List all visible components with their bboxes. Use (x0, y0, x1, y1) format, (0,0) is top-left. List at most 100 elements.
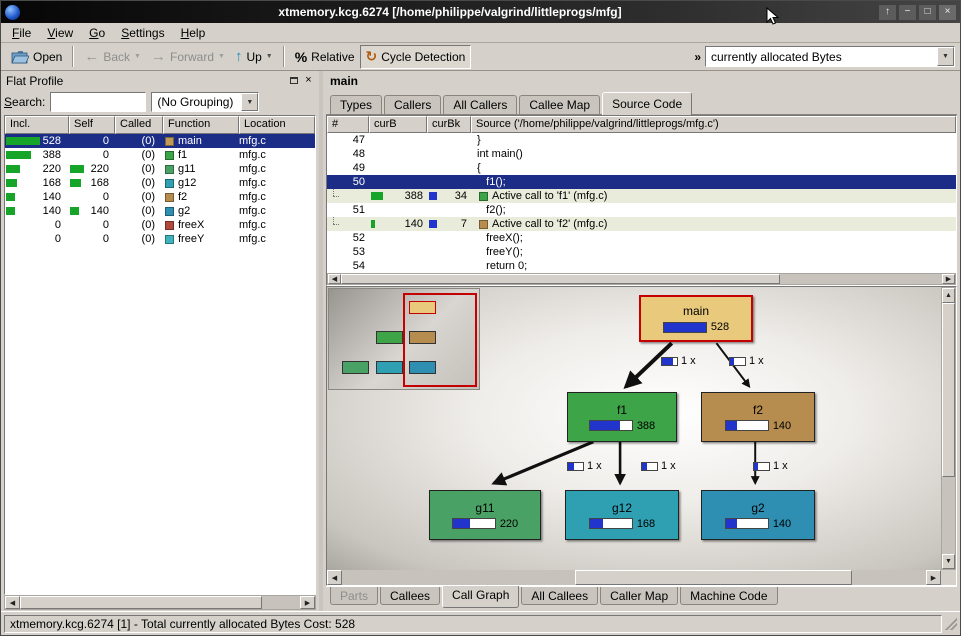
graph-node-g2[interactable]: g2 140 (701, 490, 815, 540)
overview-viewport[interactable] (403, 293, 477, 387)
menu-help[interactable]: Help (173, 24, 214, 42)
source-line[interactable]: 53 freeY(); (327, 245, 956, 259)
scroll-right-icon[interactable]: ▶ (300, 596, 315, 609)
graph-overview[interactable] (328, 288, 480, 390)
column-header-function[interactable]: Function (163, 116, 239, 134)
horizontal-scrollbar[interactable]: ◀ ▶ (327, 570, 941, 585)
source-header: # curB curBk Source ('/home/philippe/val… (327, 116, 956, 133)
horizontal-scrollbar[interactable]: ◀ ▶ (327, 273, 956, 285)
function-color-icon (165, 207, 174, 216)
resize-grip[interactable] (945, 618, 957, 630)
row-freeX[interactable]: 0 0 (0) freeX mfg.c (5, 218, 315, 232)
shade-button[interactable]: ↑ (879, 5, 896, 20)
tab-all-callers[interactable]: All Callers (443, 95, 517, 114)
source-line[interactable]: 48 int main() (327, 147, 956, 161)
toolbar-overflow-button[interactable]: » (690, 48, 705, 66)
graph-node-f1[interactable]: f1 388 (567, 392, 677, 442)
row-g2[interactable]: 140 140 (0) g2 mfg.c (5, 204, 315, 218)
forward-button[interactable]: → Forward ▼ (146, 45, 230, 69)
row-freeY[interactable]: 0 0 (0) freeY mfg.c (5, 232, 315, 246)
tab-parts[interactable]: Parts (330, 587, 378, 605)
source-call-annotation[interactable]: 388 34 Active call to 'f1' (mfg.c) (327, 189, 956, 203)
row-f1[interactable]: 388 0 (0) f1 mfg.c (5, 148, 315, 162)
source-view: # curB curBk Source ('/home/philippe/val… (326, 115, 957, 286)
menu-view[interactable]: View (39, 24, 81, 42)
menu-file[interactable]: File (4, 24, 39, 42)
column-header-source[interactable]: Source ('/home/philippe/valgrind/littlep… (471, 116, 956, 133)
up-button[interactable]: ↑ Up ▼ (230, 45, 278, 69)
menu-go[interactable]: Go (81, 24, 113, 42)
cost-bar (641, 462, 658, 471)
source-line[interactable]: 51 f2(); (327, 203, 956, 217)
forward-dropdown-icon: ▼ (218, 53, 225, 60)
tab-machine-code[interactable]: Machine Code (680, 587, 777, 605)
function-color-icon (165, 151, 174, 160)
tab-call-graph[interactable]: Call Graph (442, 586, 519, 608)
column-header-line[interactable]: # (327, 116, 369, 133)
maximize-button[interactable]: □ (919, 5, 936, 20)
row-main[interactable]: 528 0 (0) main mfg.c (5, 134, 315, 148)
source-line[interactable]: 54 return 0; (327, 259, 956, 273)
scrollbar-thumb[interactable] (20, 596, 262, 609)
scroll-left-icon[interactable]: ◀ (327, 570, 342, 585)
column-header-location[interactable]: Location (239, 116, 315, 134)
back-button[interactable]: ← Back ▼ (79, 45, 146, 69)
title-bar[interactable]: xtmemory.kcg.6274 [/home/philippe/valgri… (1, 1, 960, 23)
tab-all-callees[interactable]: All Callees (521, 587, 598, 605)
tab-types[interactable]: Types (330, 95, 382, 114)
tab-callee-map[interactable]: Callee Map (519, 95, 600, 114)
column-header-curBk[interactable]: curBk (427, 116, 471, 133)
cycle-detection-button[interactable]: ↻ Cycle Detection (360, 45, 472, 69)
graph-node-f2[interactable]: f2 140 (701, 392, 815, 442)
window-title: xtmemory.kcg.6274 [/home/philippe/valgri… (24, 5, 876, 19)
source-line-selected[interactable]: 50 f1(); (327, 175, 956, 189)
cost-bar (6, 179, 40, 187)
row-g11[interactable]: 220 220 (0) g11 mfg.c (5, 162, 315, 176)
source-line[interactable]: 47 } (327, 133, 956, 147)
search-input[interactable] (50, 92, 146, 112)
edge-label-f1-g11: 1 x (567, 460, 602, 472)
column-header-called[interactable]: Called (115, 116, 163, 134)
tab-caller-map[interactable]: Caller Map (600, 587, 678, 605)
column-header-incl[interactable]: Incl. (5, 116, 69, 134)
scroll-right-icon[interactable]: ▶ (942, 274, 955, 284)
relative-button[interactable]: % Relative (290, 45, 360, 69)
graph-node-main[interactable]: main 528 (639, 295, 753, 342)
source-line[interactable]: 49 { (327, 161, 956, 175)
graph-node-g11[interactable]: g11 220 (429, 490, 541, 540)
column-header-curB[interactable]: curB (369, 116, 427, 133)
tab-source-code[interactable]: Source Code (602, 92, 692, 115)
tab-callees[interactable]: Callees (380, 587, 440, 605)
close-button[interactable]: × (939, 5, 956, 20)
call-graph-canvas[interactable]: 1 x 1 x 1 x 1 x 1 x (327, 287, 941, 570)
grouping-selector[interactable]: (No Grouping) ▼ (151, 92, 259, 112)
source-line[interactable]: 52 freeX(); (327, 231, 956, 245)
dock-float-button[interactable] (286, 74, 301, 88)
vertical-scrollbar[interactable]: ▲ ▼ (941, 287, 956, 570)
row-f2[interactable]: 140 0 (0) f2 mfg.c (5, 190, 315, 204)
minimize-button[interactable]: − (899, 5, 916, 20)
dock-close-button[interactable]: × (301, 74, 316, 88)
scroll-left-icon[interactable]: ◀ (328, 274, 341, 284)
column-header-self[interactable]: Self (69, 116, 115, 134)
scrollbar-thumb[interactable] (942, 303, 955, 477)
scroll-left-icon[interactable]: ◀ (5, 596, 20, 609)
scrollbar-thumb[interactable] (341, 274, 780, 284)
row-g12[interactable]: 168 168 (0) g12 mfg.c (5, 176, 315, 190)
tab-callers[interactable]: Callers (384, 95, 441, 114)
open-button[interactable]: Open (6, 45, 67, 69)
graph-node-g12[interactable]: g12 168 (565, 490, 679, 540)
cost-bar (6, 165, 40, 173)
horizontal-scrollbar[interactable]: ◀ ▶ (4, 595, 316, 610)
scroll-right-icon[interactable]: ▶ (926, 570, 941, 585)
source-call-annotation[interactable]: 140 7 Active call to 'f2' (mfg.c) (327, 217, 956, 231)
scrollbar-thumb[interactable] (575, 570, 851, 585)
flat-profile-panel: Flat Profile × Search: (No Grouping) ▼ I… (1, 71, 319, 611)
scroll-down-icon[interactable]: ▼ (942, 554, 955, 569)
function-color-icon (165, 137, 174, 146)
relative-label: Relative (311, 50, 354, 64)
menu-settings[interactable]: Settings (113, 24, 172, 42)
scroll-up-icon[interactable]: ▲ (942, 288, 955, 303)
cost-bar (70, 165, 104, 173)
event-type-selector[interactable]: currently allocated Bytes ▼ (705, 46, 955, 67)
